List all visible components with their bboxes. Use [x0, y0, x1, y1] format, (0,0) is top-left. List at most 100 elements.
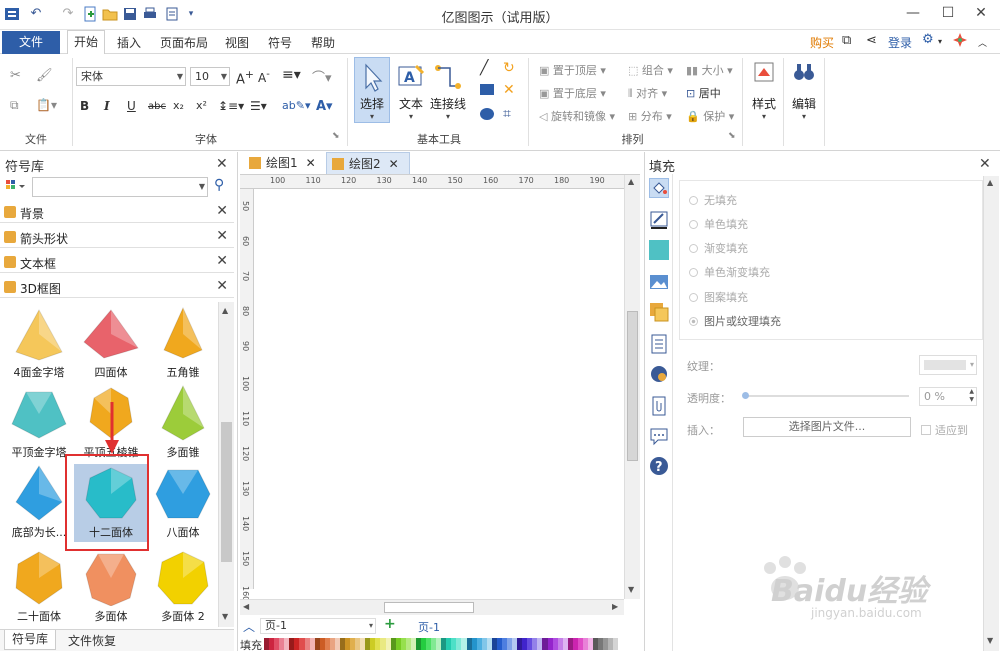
shape-item[interactable]: 八面体 — [146, 464, 218, 542]
doc-tab-drawing1[interactable]: 绘图1 ✕ — [244, 152, 322, 174]
style-button[interactable]: 样式 ▾ — [746, 60, 782, 136]
shape-item[interactable]: 二十面体 — [2, 548, 76, 626]
canvas-horizontal-scrollbar[interactable]: ◀ ▶ — [240, 599, 624, 615]
send-to-back-button[interactable]: ▣ 置于底层 ▾ — [539, 85, 606, 101]
strikethrough-icon[interactable]: abc — [148, 101, 166, 112]
protect-button[interactable]: 🔒 保护 ▾ — [686, 108, 734, 124]
line-spacing-icon[interactable]: ⌒▾ — [312, 67, 332, 86]
shape-item[interactable]: 四面体 — [74, 304, 148, 382]
shape-item[interactable]: 五角锥 — [146, 304, 218, 382]
close-category-icon[interactable]: ✕ — [216, 203, 228, 219]
page-tab[interactable]: 页-1 — [418, 619, 440, 635]
align-text-icon[interactable]: ≡▾ — [282, 67, 301, 83]
image-icon[interactable] — [649, 272, 669, 292]
document-properties-icon[interactable] — [649, 334, 669, 354]
shape-item[interactable]: 多面体 — [74, 548, 148, 626]
settings-dropdown-icon[interactable]: ▾ — [938, 37, 942, 46]
crop-tool-icon[interactable]: ⌗ — [503, 106, 511, 122]
shrink-font-icon[interactable]: A- — [258, 69, 270, 85]
tab-insert[interactable]: 插入 — [117, 34, 141, 51]
tab-help[interactable]: 帮助 — [311, 34, 335, 51]
tab-symbol-library[interactable]: 符号库 — [4, 630, 56, 650]
close-fill-panel-icon[interactable]: ✕ — [979, 156, 991, 172]
tab-symbol[interactable]: 符号 — [268, 34, 292, 51]
rotate-mirror-button[interactable]: ◁ 旋转和镜像 ▾ — [539, 108, 615, 124]
close-category-icon[interactable]: ✕ — [216, 278, 228, 294]
underline-icon[interactable]: U — [127, 99, 136, 113]
library-scrollbar[interactable]: ▲ ▼ — [218, 302, 234, 627]
palette-swatches[interactable] — [264, 638, 619, 650]
font-color-icon[interactable]: A▾ — [316, 99, 333, 114]
drawing-canvas[interactable] — [254, 189, 624, 592]
edit-button[interactable]: 编辑 ▾ — [786, 60, 822, 136]
copy-icon[interactable]: ⧉ — [10, 98, 19, 113]
subscript-icon[interactable]: x₂ — [173, 99, 184, 112]
rectangle-tool-icon[interactable] — [480, 84, 494, 98]
close-tab-icon[interactable]: ✕ — [306, 156, 316, 170]
tab-file-recovery[interactable]: 文件恢复 — [68, 632, 116, 649]
italic-icon[interactable]: I — [104, 99, 110, 113]
grow-font-icon[interactable]: A+ — [236, 68, 254, 87]
option-no-fill[interactable]: 无填充 — [689, 192, 737, 208]
maximize-icon[interactable]: ☐ — [935, 2, 961, 24]
minimize-icon[interactable]: — — [900, 2, 926, 24]
ellipse-tool-icon[interactable] — [480, 108, 494, 123]
distribute-button[interactable]: ⊞ 分布 ▾ — [628, 108, 672, 124]
doc-tab-drawing2[interactable]: 绘图2 ✕ — [326, 152, 410, 174]
comment-icon[interactable] — [649, 426, 669, 446]
close-window-icon[interactable]: ✕ — [968, 2, 994, 24]
choose-image-file-button[interactable]: 选择图片文件... — [743, 417, 911, 437]
help-icon[interactable]: ? — [649, 456, 669, 476]
close-tab-icon[interactable]: ✕ — [389, 157, 399, 171]
layer-icon[interactable] — [649, 302, 669, 322]
opacity-slider[interactable] — [742, 392, 909, 399]
font-dialog-launcher-icon[interactable]: ⬊ — [332, 131, 340, 141]
file-menu[interactable]: 文件 — [2, 31, 60, 54]
shadow-color-icon[interactable] — [649, 240, 669, 260]
login-link[interactable]: 登录 — [888, 34, 912, 51]
cut-icon[interactable]: ✂ — [10, 68, 21, 83]
superscript-icon[interactable]: x² — [196, 99, 207, 112]
font-size-select[interactable]: 10 ▼ — [190, 67, 230, 86]
text-highlight-icon[interactable]: ab✎▾ — [282, 99, 310, 112]
tab-page-layout[interactable]: 页面布局 — [160, 34, 208, 51]
option-pattern-fill[interactable]: 图案填充 — [689, 289, 748, 305]
option-gradient-fill[interactable]: 渐变填充 — [689, 240, 748, 256]
line-style-icon[interactable] — [649, 210, 669, 230]
buy-link[interactable]: 购买 — [810, 34, 834, 51]
connector-tool-button[interactable]: 连接线 ▾ — [430, 58, 466, 122]
close-category-icon[interactable]: ✕ — [216, 253, 228, 269]
arrange-dialog-launcher-icon[interactable]: ⬊ — [728, 131, 736, 141]
format-painter-icon[interactable]: 🖌 — [36, 68, 53, 83]
canvas-vertical-scrollbar[interactable]: ▲ ▼ — [624, 175, 640, 599]
add-page-icon[interactable]: + — [384, 616, 396, 632]
share-icon[interactable]: ⋖ — [866, 33, 877, 48]
shape-item[interactable]: 多面锥 — [146, 384, 218, 462]
bold-icon[interactable]: B — [80, 99, 89, 113]
collapse-ribbon-icon[interactable]: ︿ — [978, 36, 987, 49]
opacity-input[interactable]: 0 % ▲ ▼ — [919, 387, 977, 406]
shape-item[interactable]: 多面体 2 — [146, 548, 218, 626]
option-solid-fill[interactable]: 单色填充 — [689, 216, 748, 232]
close-category-icon[interactable]: ✕ — [216, 228, 228, 244]
shape-item[interactable]: 平顶金字塔 — [2, 384, 76, 462]
fill-bucket-icon[interactable] — [649, 178, 669, 198]
page-select[interactable]: 页-1 ▾ — [260, 618, 376, 634]
theme-icon[interactable] — [952, 32, 968, 51]
option-single-gradient-fill[interactable]: 单色渐变填充 — [689, 264, 770, 280]
group-button[interactable]: ⬚ 组合 ▾ — [628, 62, 673, 78]
font-name-select[interactable]: 宋体 ▼ — [76, 67, 186, 86]
size-button[interactable]: ▮▮ 大小 ▾ — [686, 62, 733, 78]
settings-gear-icon[interactable]: ⚙ — [922, 32, 934, 47]
center-button[interactable]: ⊡ 居中 — [686, 85, 721, 101]
attachment-icon[interactable] — [649, 396, 669, 416]
cross-tool-icon[interactable]: ✕ — [503, 82, 515, 98]
category-3d-block[interactable]: 3D框图 ✕ — [0, 276, 234, 298]
library-search-input[interactable]: ▼ — [32, 177, 208, 197]
tab-home[interactable]: 开始 — [67, 30, 106, 55]
shape-item[interactable]: 4面金字塔 — [2, 304, 76, 382]
bring-to-front-button[interactable]: ▣ 置于顶层 ▾ — [539, 62, 606, 78]
feedback-icon[interactable]: ⧉ — [842, 33, 851, 48]
texture-select[interactable]: ▾ — [919, 355, 977, 375]
category-arrow-shapes[interactable]: 箭头形状 ✕ — [0, 226, 234, 248]
